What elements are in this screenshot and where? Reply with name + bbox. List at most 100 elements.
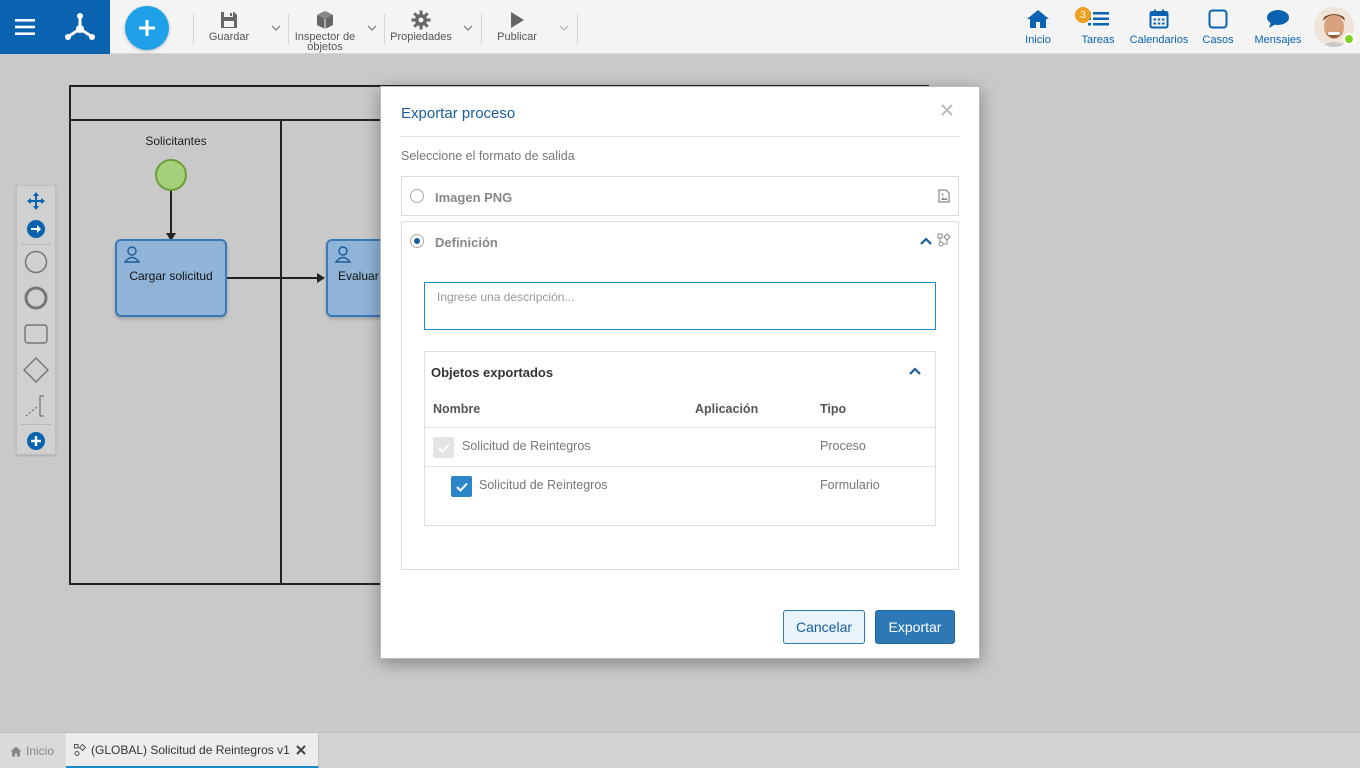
arrow-head xyxy=(317,273,325,283)
cube-icon xyxy=(317,11,333,29)
export-button[interactable]: Exportar xyxy=(875,610,955,644)
process-definition-icon xyxy=(937,233,951,250)
nav-tasks-label: Tareas xyxy=(1081,34,1115,46)
table-row: Solicitud de Reintegros Proceso xyxy=(425,427,935,466)
task-label: Evaluar xyxy=(338,269,379,283)
nav-home-label: Inicio xyxy=(1025,34,1051,46)
play-icon xyxy=(511,12,524,28)
collapse-objects-button[interactable] xyxy=(909,364,921,378)
export-process-dialog: Exportar proceso Seleccione el formato d… xyxy=(380,86,980,659)
object-inspector-button[interactable]: Inspector de objetos xyxy=(292,0,358,54)
definition-radio[interactable] xyxy=(410,234,424,248)
top-toolbar: Guardar Inspector de objetos Propiedades … xyxy=(0,0,1360,54)
diamond-icon xyxy=(23,357,49,383)
tab-home[interactable]: Inicio xyxy=(0,733,66,768)
palette-connect-tool[interactable] xyxy=(17,214,55,244)
properties-button[interactable]: Propiedades xyxy=(388,0,454,54)
properties-dropdown-caret[interactable] xyxy=(463,20,473,34)
collapse-definition-button[interactable] xyxy=(920,234,932,248)
publish-dropdown-caret[interactable] xyxy=(559,20,569,34)
check-icon xyxy=(455,482,468,492)
save-dropdown-caret[interactable] xyxy=(271,20,281,34)
lane-divider xyxy=(280,121,282,585)
palette-end-event[interactable] xyxy=(17,283,55,313)
close-button[interactable] xyxy=(941,100,953,121)
plus-circle-icon xyxy=(27,432,45,450)
nav-calendars[interactable]: Calendarios xyxy=(1128,0,1190,54)
rounded-rect-icon xyxy=(24,324,48,344)
chevron-down-icon xyxy=(271,25,281,31)
dialog-subtitle: Seleccione el formato de salida xyxy=(401,149,575,163)
task-evaluar[interactable]: Evaluar xyxy=(326,239,386,317)
logo-icon xyxy=(65,13,95,40)
chevron-up-icon xyxy=(920,237,932,245)
definition-label: Definición xyxy=(435,235,498,250)
chat-icon xyxy=(1267,10,1289,28)
task-cargar-solicitud[interactable]: Cargar solicitud xyxy=(115,239,227,317)
palette-separator xyxy=(21,244,51,245)
inspector-dropdown-caret[interactable] xyxy=(367,20,377,34)
exported-objects-title: Objetos exportados xyxy=(431,365,554,380)
tab-process[interactable]: (GLOBAL) Solicitud de Reintegros v1 xyxy=(66,733,319,768)
row-nombre: Solicitud de Reintegros xyxy=(479,478,608,492)
nav-cases-label: Casos xyxy=(1202,34,1234,46)
nav-messages[interactable]: Mensajes xyxy=(1252,0,1304,54)
process-icon xyxy=(74,743,86,756)
shape-palette xyxy=(16,185,56,455)
annotation-icon xyxy=(25,395,44,417)
row-checkbox-disabled xyxy=(433,437,454,458)
gear-icon xyxy=(411,10,431,30)
palette-move-tool[interactable] xyxy=(17,186,55,216)
add-button[interactable] xyxy=(125,6,169,50)
nav-cases[interactable]: Casos xyxy=(1200,0,1236,54)
column-header-nombre: Nombre xyxy=(433,402,481,416)
chevron-down-icon xyxy=(559,25,569,31)
publish-button[interactable]: Publicar xyxy=(492,0,542,54)
home-icon xyxy=(10,746,22,756)
save-button[interactable]: Guardar xyxy=(206,0,252,54)
row-tipo: Formulario xyxy=(820,478,880,492)
sequence-flow[interactable] xyxy=(170,191,172,237)
toolbar-separator xyxy=(288,14,289,44)
publish-label: Publicar xyxy=(497,31,537,43)
circle-thick-icon xyxy=(24,286,48,310)
toolbar-separator xyxy=(384,14,385,44)
user-task-icon xyxy=(123,246,141,263)
palette-annotation[interactable] xyxy=(17,391,55,421)
chevron-up-icon xyxy=(909,367,921,375)
nav-tasks[interactable]: 3 Tareas xyxy=(1075,0,1120,54)
option-definition[interactable]: Definición Objetos exportados Nombre Apl… xyxy=(401,221,959,570)
plus-icon xyxy=(139,20,155,36)
png-radio[interactable] xyxy=(410,189,424,203)
table-row: Solicitud de Reintegros Formulario xyxy=(425,466,935,505)
app-logo[interactable] xyxy=(50,0,110,54)
tab-bar: Inicio (GLOBAL) Solicitud de Reintegros … xyxy=(0,732,1360,768)
palette-gateway[interactable] xyxy=(17,355,55,385)
palette-separator xyxy=(21,424,51,425)
toolbar-separator xyxy=(577,14,578,44)
nav-home[interactable]: Inicio xyxy=(1018,0,1058,54)
hamburger-menu-button[interactable] xyxy=(0,0,50,54)
hamburger-icon xyxy=(15,19,35,35)
tab-close-button[interactable] xyxy=(296,743,306,758)
palette-task[interactable] xyxy=(17,319,55,349)
cancel-button[interactable]: Cancelar xyxy=(783,610,865,644)
palette-start-event[interactable] xyxy=(17,247,55,277)
arrow-circle-icon xyxy=(27,220,45,238)
inspector-label-line2: objetos xyxy=(307,41,343,53)
description-input[interactable] xyxy=(424,282,936,330)
row-checkbox[interactable] xyxy=(451,476,472,497)
calendar-icon xyxy=(1149,9,1169,29)
save-icon xyxy=(221,12,237,28)
close-icon xyxy=(296,745,306,755)
online-status-dot xyxy=(1343,33,1355,45)
start-event[interactable] xyxy=(155,159,187,191)
png-label: Imagen PNG xyxy=(435,190,513,205)
circle-thin-icon xyxy=(24,250,48,274)
palette-more-button[interactable] xyxy=(17,426,55,456)
option-png[interactable]: Imagen PNG xyxy=(401,176,959,216)
row-nombre: Solicitud de Reintegros xyxy=(462,439,591,453)
row-tipo: Proceso xyxy=(820,439,866,453)
nav-calendars-label: Calendarios xyxy=(1129,34,1189,46)
sequence-flow[interactable] xyxy=(227,277,319,279)
